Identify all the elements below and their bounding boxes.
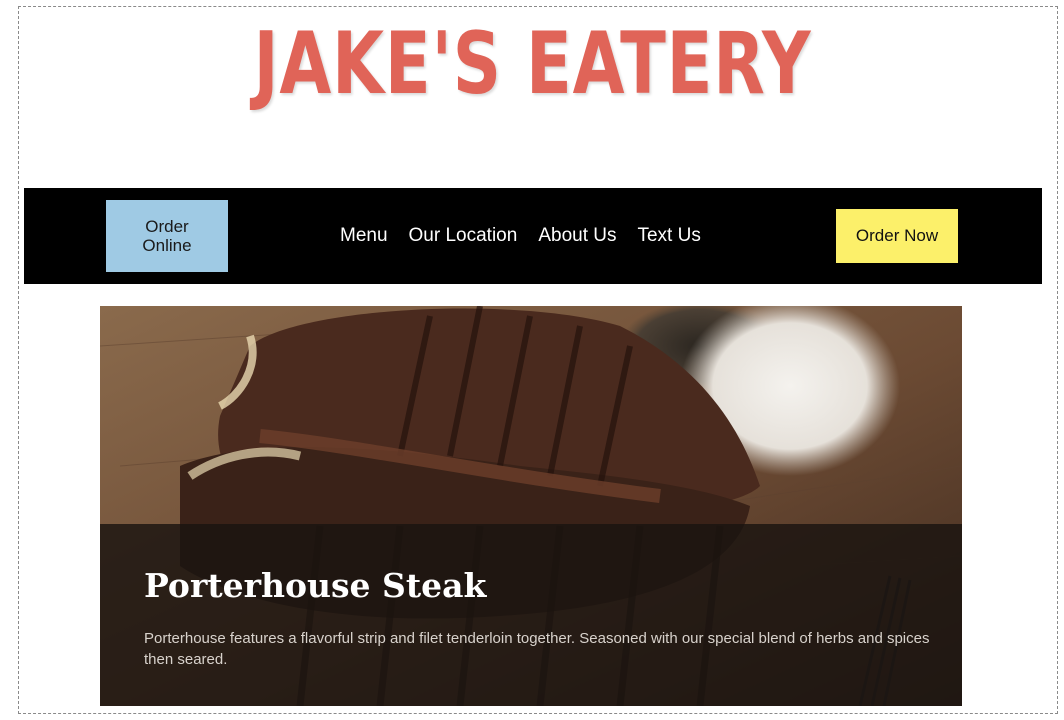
nav-link-about-us[interactable]: About Us <box>538 225 616 247</box>
nav-link-our-location[interactable]: Our Location <box>409 225 518 247</box>
order-online-button[interactable]: Order Online <box>106 200 228 272</box>
hero-description: Porterhouse features a flavorful strip a… <box>144 630 930 668</box>
hero-banner: Porterhouse Steak Porterhouse features a… <box>100 306 962 706</box>
order-online-label: Order Online <box>142 217 192 255</box>
hero-title: Porterhouse Steak <box>144 566 487 605</box>
nav-link-text-us[interactable]: Text Us <box>637 225 700 247</box>
nav-links: Menu Our Location About Us Text Us <box>340 188 701 284</box>
main-navbar: Order Online Menu Our Location About Us … <box>24 188 1042 284</box>
nav-link-menu[interactable]: Menu <box>340 225 388 247</box>
site-header: JAKE'S EATERY <box>0 14 1064 114</box>
brand-logo: JAKE'S EATERY <box>253 14 811 114</box>
hero-caption-overlay <box>100 524 962 706</box>
order-now-button[interactable]: Order Now <box>836 209 958 263</box>
